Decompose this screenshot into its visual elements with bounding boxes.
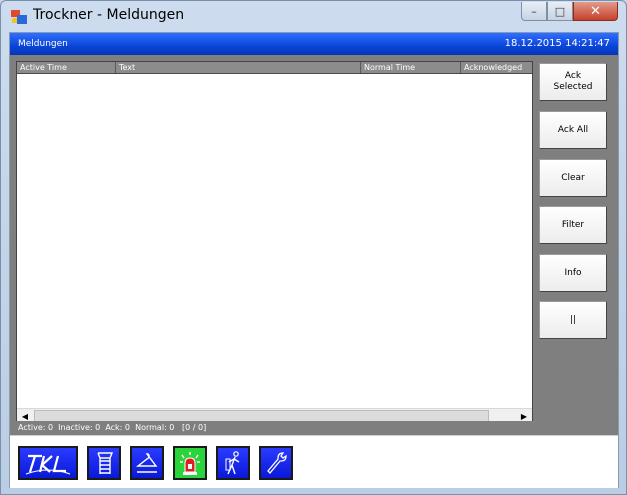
ack-selected-button[interactable]: Ack Selected	[539, 63, 607, 101]
alarm-button[interactable]	[173, 446, 207, 480]
arrow-right-icon: ▶	[520, 412, 528, 421]
column-text[interactable]: Text	[116, 62, 361, 73]
close-icon: ✕	[590, 3, 601, 19]
tkl-logo-icon	[25, 454, 71, 475]
hanger-button[interactable]	[130, 446, 164, 480]
client-area: Meldungen 18.12.2015 14:21:47 Active Tim…	[9, 32, 619, 488]
message-list[interactable]: Active Time Text Normal Time Acknowledge…	[16, 61, 533, 426]
status-text: Active: 0 Inactive: 0 Ack: 0 Normal: 0 […	[18, 423, 207, 432]
column-header: Active Time Text Normal Time Acknowledge…	[17, 62, 532, 74]
page-header: Meldungen 18.12.2015 14:21:47	[10, 33, 618, 55]
filter-button[interactable]: Filter	[539, 206, 607, 244]
window-controls: – □ ✕	[521, 2, 618, 21]
column-active-time[interactable]: Active Time	[17, 62, 116, 73]
main-panel: Active Time Text Normal Time Acknowledge…	[10, 55, 618, 435]
title-bar[interactable]: Trockner - Meldungen – □ ✕	[1, 1, 626, 31]
navigation-toolbar	[10, 435, 618, 488]
close-button[interactable]: ✕	[573, 2, 618, 21]
window-title: Trockner - Meldungen	[33, 7, 185, 23]
date-time: 18.12.2015 14:21:47	[504, 38, 610, 49]
tkl-logo-button[interactable]	[18, 446, 78, 480]
wrench-button[interactable]	[259, 446, 293, 480]
application-window: Trockner - Meldungen – □ ✕ Meldungen 18.…	[0, 0, 627, 495]
column-acknowledged[interactable]: Acknowledged	[461, 62, 532, 73]
rack-button[interactable]	[87, 446, 121, 480]
page-title: Meldungen	[18, 39, 68, 49]
maximize-icon: □	[554, 4, 566, 18]
arrow-left-icon: ◀	[21, 412, 29, 421]
alarm-icon	[180, 452, 200, 475]
rack-icon	[97, 452, 114, 474]
pause-button[interactable]: ||	[539, 301, 607, 339]
info-button[interactable]: Info	[539, 254, 607, 292]
status-bar: Active: 0 Inactive: 0 Ack: 0 Normal: 0 […	[10, 421, 618, 435]
minimize-button[interactable]: –	[521, 2, 547, 21]
person-icon	[225, 451, 240, 475]
clear-button[interactable]: Clear	[539, 159, 607, 197]
person-button[interactable]	[216, 446, 250, 480]
maximize-button[interactable]: □	[547, 2, 573, 21]
ack-all-button[interactable]: Ack All	[539, 111, 607, 149]
app-icon	[11, 9, 27, 24]
minimize-icon: –	[531, 4, 537, 18]
column-normal-time[interactable]: Normal Time	[361, 62, 461, 73]
hanger-icon	[135, 453, 158, 473]
wrench-icon	[267, 452, 287, 474]
